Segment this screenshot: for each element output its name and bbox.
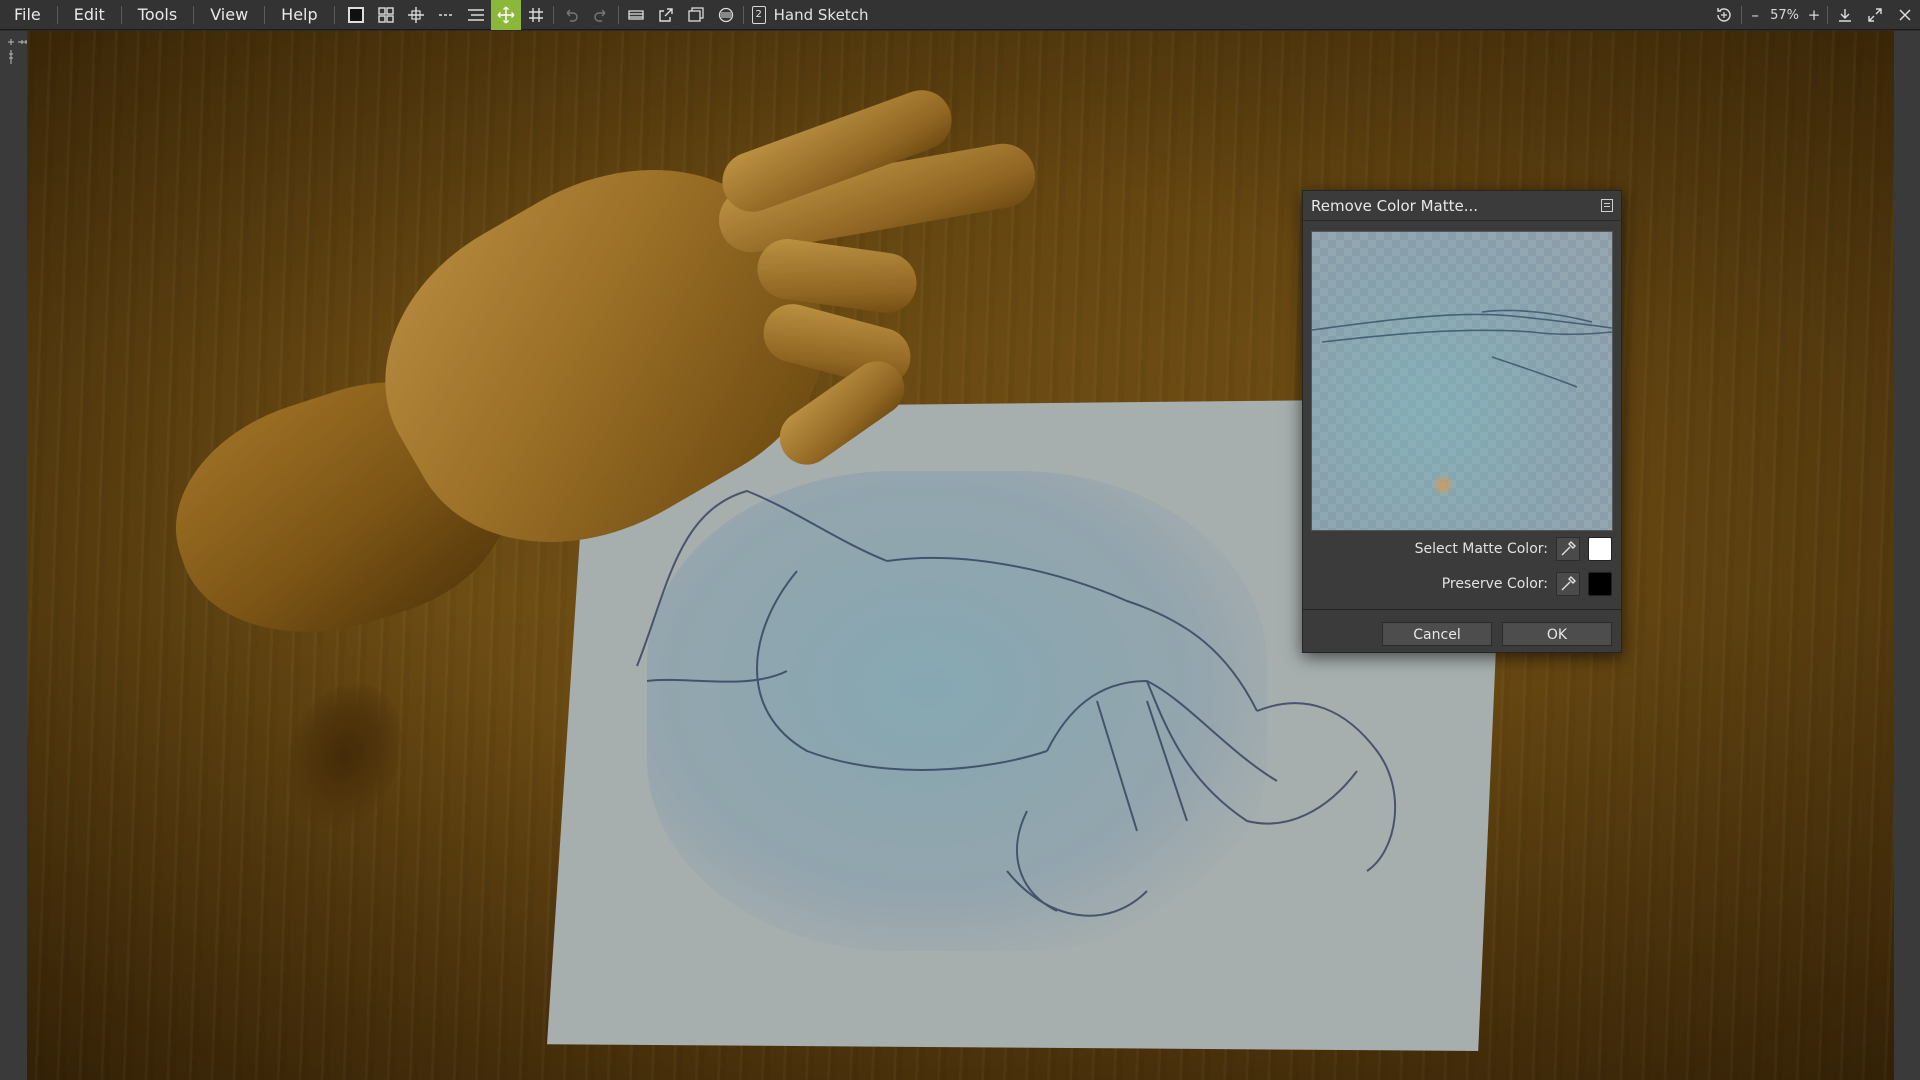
download-button[interactable] (1830, 0, 1860, 30)
grid-toggle-button[interactable] (521, 0, 551, 30)
menu-help[interactable]: Help (267, 0, 331, 30)
select-matte-label: Select Matte Color: (1414, 541, 1548, 557)
preview-sketch (1312, 309, 1612, 388)
menu-tools[interactable]: Tools (124, 0, 191, 30)
close-icon (1899, 9, 1911, 21)
rotate-reset-icon (1717, 8, 1731, 22)
divider (617, 5, 619, 24)
matte-color-swatch[interactable] (1588, 537, 1612, 561)
export-icon (658, 7, 673, 22)
dialog-menu-icon[interactable] (1601, 199, 1613, 212)
ok-button[interactable]: OK (1502, 622, 1612, 646)
dialog-title: Remove Color Matte... (1311, 196, 1478, 215)
divider (333, 5, 335, 24)
divider (120, 5, 122, 24)
redo-icon (593, 9, 606, 22)
top-toolbar: File Edit Tools View Help 2 Hand Sketch (0, 0, 1920, 30)
undo-button[interactable] (556, 0, 586, 30)
hash-grid-icon (528, 7, 543, 22)
preserve-color-label: Preserve Color: (1441, 576, 1548, 592)
preserve-color-row: Preserve Color: (1442, 571, 1612, 597)
menu-bar: File Edit Tools View Help (0, 0, 337, 30)
eyedropper-icon (1561, 576, 1576, 591)
document-title[interactable]: 2 Hand Sketch (751, 0, 869, 30)
line-style-button[interactable] (431, 0, 461, 30)
cancel-button[interactable]: Cancel (1382, 622, 1492, 646)
minus-icon: – (1751, 6, 1759, 24)
export-button[interactable] (651, 0, 681, 30)
right-toolbar: – 57% + (1709, 0, 1920, 30)
menu-file[interactable]: File (0, 0, 55, 30)
divider (264, 5, 266, 24)
zoom-in-button[interactable]: + (1803, 0, 1825, 30)
undo-icon (566, 9, 578, 22)
color-square-button[interactable] (341, 0, 371, 30)
tool-group (341, 0, 746, 30)
dashed-line-icon (438, 13, 452, 16)
dialog-divider (1303, 609, 1621, 610)
close-button[interactable] (1890, 0, 1920, 30)
move-arrows-icon (497, 6, 515, 23)
select-matte-row: Select Matte Color: (1415, 536, 1612, 562)
grid-view-button[interactable] (371, 0, 401, 30)
matte-preview[interactable] (1311, 231, 1613, 531)
transform-button[interactable] (401, 0, 431, 30)
divider (1741, 6, 1743, 24)
matte-eyedropper-button[interactable] (1556, 537, 1580, 561)
list-lines-icon (467, 8, 484, 21)
zoom-level[interactable]: 57% (1766, 8, 1803, 23)
stacked-windows-icon (687, 6, 704, 22)
plus-icon: + (1807, 6, 1821, 24)
preserve-color-swatch[interactable] (1588, 572, 1612, 596)
redo-button[interactable] (586, 0, 616, 30)
circle-lines-icon (718, 7, 733, 22)
divider (193, 5, 195, 24)
reset-view-button[interactable] (1709, 0, 1739, 30)
color-square-icon (347, 6, 364, 23)
left-tool-strip (0, 31, 30, 1080)
move-tool-button[interactable] (490, 0, 521, 30)
divider (1827, 6, 1828, 24)
eyedropper-icon (1561, 541, 1576, 556)
crosshair-icon (407, 6, 424, 23)
layers-list-button[interactable] (461, 0, 491, 30)
preserve-eyedropper-button[interactable] (1556, 572, 1580, 596)
divider (56, 5, 58, 24)
document-name: Hand Sketch (773, 5, 869, 24)
expand-icon (1868, 8, 1882, 22)
gallery-button[interactable] (711, 0, 741, 30)
layer-stack-button[interactable] (621, 0, 651, 30)
remove-color-matte-dialog: Remove Color Matte... Select Matte Color… (1302, 190, 1622, 653)
right-edge-strip (1894, 31, 1920, 1080)
fullscreen-button[interactable] (1860, 0, 1890, 30)
page-number-icon: 2 (751, 5, 766, 24)
menu-view[interactable]: View (196, 0, 262, 30)
zoom-out-button[interactable]: – (1744, 0, 1766, 30)
download-icon (1839, 9, 1851, 22)
dialog-title-bar[interactable]: Remove Color Matte... (1303, 191, 1621, 221)
windows-button[interactable] (681, 0, 711, 30)
divider (742, 5, 744, 24)
layer-stack-icon (627, 9, 644, 20)
grid-view-icon (377, 6, 394, 23)
menu-edit[interactable]: Edit (60, 0, 119, 30)
preview-color-spot (1432, 474, 1454, 496)
divider (552, 5, 554, 24)
